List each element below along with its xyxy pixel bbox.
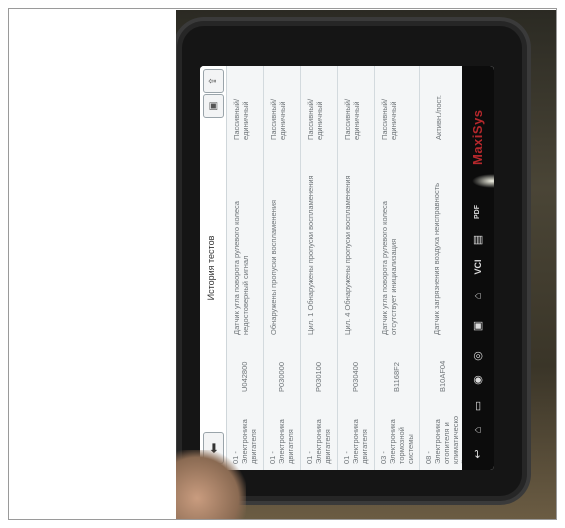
fault-description: Датчик угла поворота рулевого колеса нед… bbox=[232, 201, 250, 335]
maxisys-home-icon[interactable]: ⌂ bbox=[470, 288, 486, 304]
fault-code: U042800 bbox=[240, 361, 249, 392]
fault-status: Активн./пост. bbox=[434, 95, 443, 140]
save-icon[interactable]: ▣ bbox=[203, 94, 224, 118]
fault-status: Пассивный/ единичный bbox=[306, 98, 324, 140]
vehicle-icon[interactable]: ▤ bbox=[470, 232, 486, 248]
app-canvas: ⬅ История тестов ▣ ⇪ 01 - Электроника дв… bbox=[200, 66, 494, 470]
fault-status: Пассивный/ единичный bbox=[269, 98, 287, 140]
tablet-device: ⬅ История тестов ▣ ⇪ 01 - Электроника дв… bbox=[182, 26, 522, 496]
list-item[interactable]: 03 - Электроника тормозной системы B1168… bbox=[375, 66, 420, 470]
list-item[interactable]: 01 - Электроника двигателя P030100 Цил. … bbox=[301, 66, 338, 470]
fault-code: B1168F2 bbox=[392, 362, 401, 392]
light-glare bbox=[472, 174, 494, 188]
fault-status: Пассивный/ единичный bbox=[343, 98, 361, 140]
pdf-icon[interactable]: PDF bbox=[470, 202, 486, 222]
fault-status: Пассивный/ единичный bbox=[380, 98, 398, 140]
fault-description: Датчик угла поворота рулевого колеса отс… bbox=[380, 201, 398, 335]
fault-description: Цил. 4 Обнаружены пропуски воспламенения bbox=[343, 175, 352, 335]
home-icon[interactable]: ⌂ bbox=[470, 422, 486, 438]
fault-description: Датчик загрязнения воздуха неисправность bbox=[432, 182, 441, 335]
system-name: 01 - Электроника двигателя bbox=[305, 419, 332, 464]
photo: ⬅ История тестов ▣ ⇪ 01 - Электроника дв… bbox=[176, 10, 556, 519]
fault-status: Пассивный/ единичный bbox=[232, 98, 250, 140]
camera-icon[interactable]: ◎ bbox=[470, 348, 486, 364]
gallery-icon[interactable]: ▣ bbox=[470, 318, 486, 334]
fault-description: Обнаружены пропуски воспламенения bbox=[269, 199, 278, 335]
system-name: 03 - Электроника тормозной системы bbox=[379, 419, 415, 464]
list-item[interactable]: 01 - Электроника двигателя P030400 Цил. … bbox=[338, 66, 375, 470]
fault-code: P030100 bbox=[314, 361, 323, 392]
system-nav-bar: ↩ ⌂ ▭ ◉ ◎ ▣ ⌂ VCI ▤ PDF MaxiSys bbox=[462, 66, 494, 470]
list-item[interactable]: 01 - Электроника двигателя U042800 Датчи… bbox=[227, 66, 264, 470]
brand-logo: MaxiSys bbox=[470, 109, 485, 165]
page-title: История тестов bbox=[206, 235, 216, 301]
list-item[interactable]: 01 - Электроника двигателя P030000 Обнар… bbox=[264, 66, 301, 470]
title-bar: ⬅ История тестов ▣ ⇪ bbox=[200, 66, 227, 470]
system-name: 01 - Электроника двигателя bbox=[342, 419, 369, 464]
fault-code: B10AF04 bbox=[438, 360, 447, 392]
back-arrow-icon[interactable]: ↩ bbox=[470, 446, 486, 462]
fault-code: P030400 bbox=[351, 361, 360, 392]
fault-code: P030000 bbox=[277, 361, 286, 392]
browser-icon[interactable]: ◉ bbox=[470, 372, 486, 388]
list-item[interactable]: 08 - Электроника отопителя и климатическ… bbox=[420, 66, 469, 470]
hand bbox=[176, 450, 246, 519]
vci-icon[interactable]: VCI bbox=[470, 256, 486, 278]
test-history-list: 01 - Электроника двигателя U042800 Датчи… bbox=[227, 66, 469, 470]
recent-apps-icon[interactable]: ▭ bbox=[470, 398, 486, 414]
tablet-screen: ⬅ История тестов ▣ ⇪ 01 - Электроника дв… bbox=[200, 66, 494, 470]
system-name: 01 - Электроника двигателя bbox=[268, 419, 295, 464]
fault-description: Цил. 1 Обнаружены пропуски воспламенения bbox=[306, 175, 315, 335]
share-icon[interactable]: ⇪ bbox=[203, 69, 224, 93]
